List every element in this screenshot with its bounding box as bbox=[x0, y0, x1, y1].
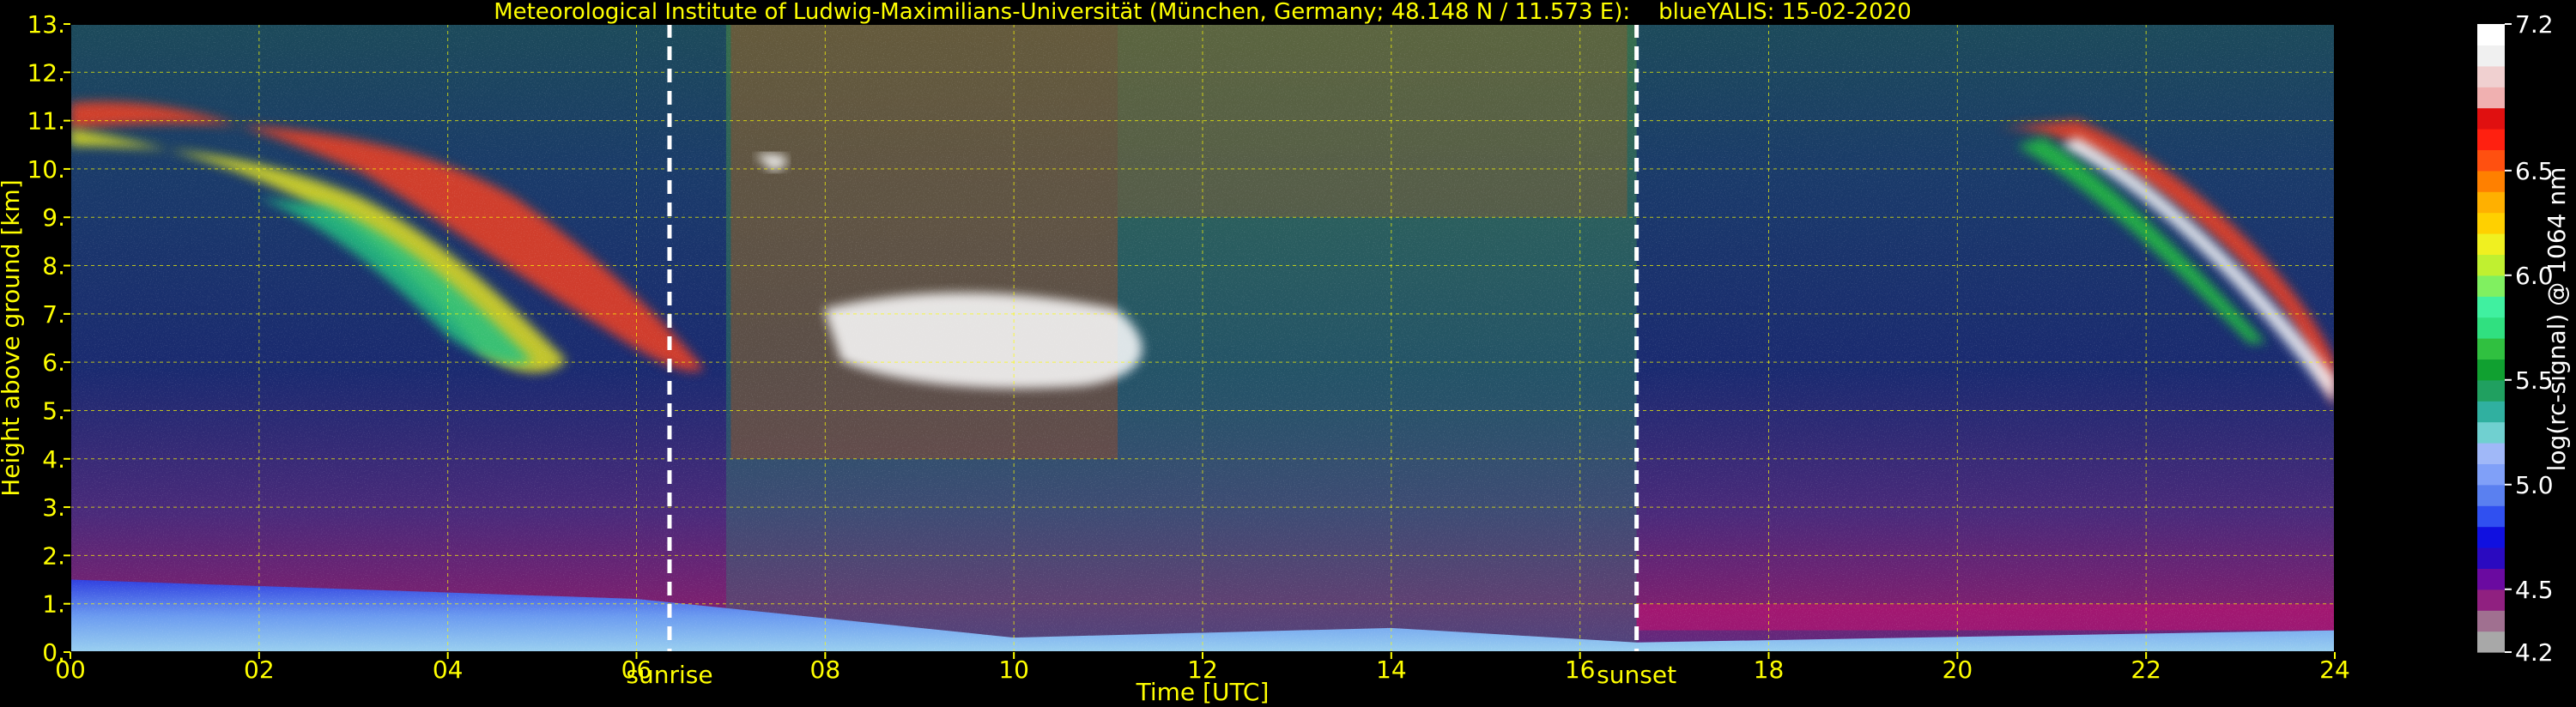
chart-title: Meteorological Institute of Ludwig-Maxim… bbox=[494, 0, 1912, 25]
colorbar-segment bbox=[2477, 589, 2505, 611]
colorbar-segment bbox=[2477, 526, 2505, 548]
colorbar-segment bbox=[2477, 610, 2505, 632]
y-tick-label: 2. bbox=[42, 541, 65, 570]
colorbar-segment bbox=[2477, 296, 2505, 318]
colorbar-label: log(rc-signal) @ 1064 nm bbox=[2543, 167, 2571, 472]
y-tick-label: 9. bbox=[42, 203, 65, 232]
colorbar-segment bbox=[2477, 359, 2505, 381]
colorbar-segment bbox=[2477, 484, 2505, 506]
colorbar-segment bbox=[2477, 45, 2505, 67]
colorbar-segment bbox=[2477, 379, 2505, 402]
colorbar-segment bbox=[2477, 129, 2505, 150]
x-tick-label: 18 bbox=[1754, 656, 1785, 684]
colorbar-segment bbox=[2477, 275, 2505, 297]
y-tick-label: 3. bbox=[42, 493, 65, 522]
y-tick-label: 12. bbox=[27, 58, 65, 87]
signal-noise bbox=[70, 24, 2335, 652]
x-tick-label: 14 bbox=[1376, 656, 1407, 684]
colorbar-segment bbox=[2477, 631, 2505, 653]
x-tick-label: 06 bbox=[621, 656, 652, 684]
colorbar-segment bbox=[2477, 463, 2505, 486]
y-tick-label: 8. bbox=[42, 252, 65, 281]
colorbar-tick-label: 4.2 bbox=[2515, 638, 2554, 667]
x-tick-label: 08 bbox=[810, 656, 841, 684]
y-tick-label: 6. bbox=[42, 348, 65, 377]
colorbar-segment bbox=[2477, 233, 2505, 255]
y-tick-label: 13. bbox=[27, 10, 65, 39]
colorbar-segment bbox=[2477, 24, 2505, 45]
x-tick-label: 04 bbox=[433, 656, 464, 684]
colorbar-segment bbox=[2477, 254, 2505, 276]
colorbar-segment bbox=[2477, 65, 2505, 88]
plot-area bbox=[70, 24, 2335, 652]
colorbar-segment bbox=[2477, 87, 2505, 109]
y-tick-label: 1. bbox=[42, 590, 65, 619]
colorbar-segment bbox=[2477, 338, 2505, 360]
colorbar-segment bbox=[2477, 191, 2505, 214]
x-tick-label: 20 bbox=[1943, 656, 1973, 684]
colorbar-segment bbox=[2477, 568, 2505, 590]
y-tick-label: 7. bbox=[42, 300, 65, 329]
colorbar-segment bbox=[2477, 149, 2505, 172]
y-tick-label: 10. bbox=[27, 155, 65, 184]
colorbar-segment bbox=[2477, 443, 2505, 464]
colorbar-segment bbox=[2477, 170, 2505, 192]
marker-label-sunset: sunset bbox=[1597, 661, 1676, 689]
y-axis-label: Height above ground [km] bbox=[0, 179, 25, 497]
colorbar-segment bbox=[2477, 401, 2505, 423]
colorbar-tick-label: 7.2 bbox=[2515, 10, 2554, 39]
colorbar-segment bbox=[2477, 505, 2505, 528]
x-axis-label: Time [UTC] bbox=[1136, 678, 1270, 706]
y-tick-label: 0. bbox=[42, 638, 65, 667]
y-tick-label: 4. bbox=[42, 445, 65, 474]
x-tick-label: 22 bbox=[2131, 656, 2161, 684]
colorbar-segment bbox=[2477, 107, 2505, 130]
x-tick-label: 24 bbox=[2319, 656, 2350, 684]
y-tick-label: 11. bbox=[27, 107, 65, 136]
colorbar-tick-label: 4.5 bbox=[2515, 576, 2554, 604]
colorbar-segment bbox=[2477, 317, 2505, 339]
colorbar-tick-label: 5.0 bbox=[2515, 471, 2554, 499]
x-tick-label: 10 bbox=[998, 656, 1029, 684]
x-tick-label: 16 bbox=[1565, 656, 1596, 684]
y-tick-label: 5. bbox=[42, 396, 65, 425]
colorbar-segment bbox=[2477, 212, 2505, 234]
colorbar-segment bbox=[2477, 547, 2505, 569]
x-tick-label: 02 bbox=[244, 656, 275, 684]
lidar-chart: sunrise sunset 00 02 04 06 08 10 12 14 16 18 20 22 24… bbox=[0, 0, 2571, 706]
colorbar-segment bbox=[2477, 421, 2505, 444]
